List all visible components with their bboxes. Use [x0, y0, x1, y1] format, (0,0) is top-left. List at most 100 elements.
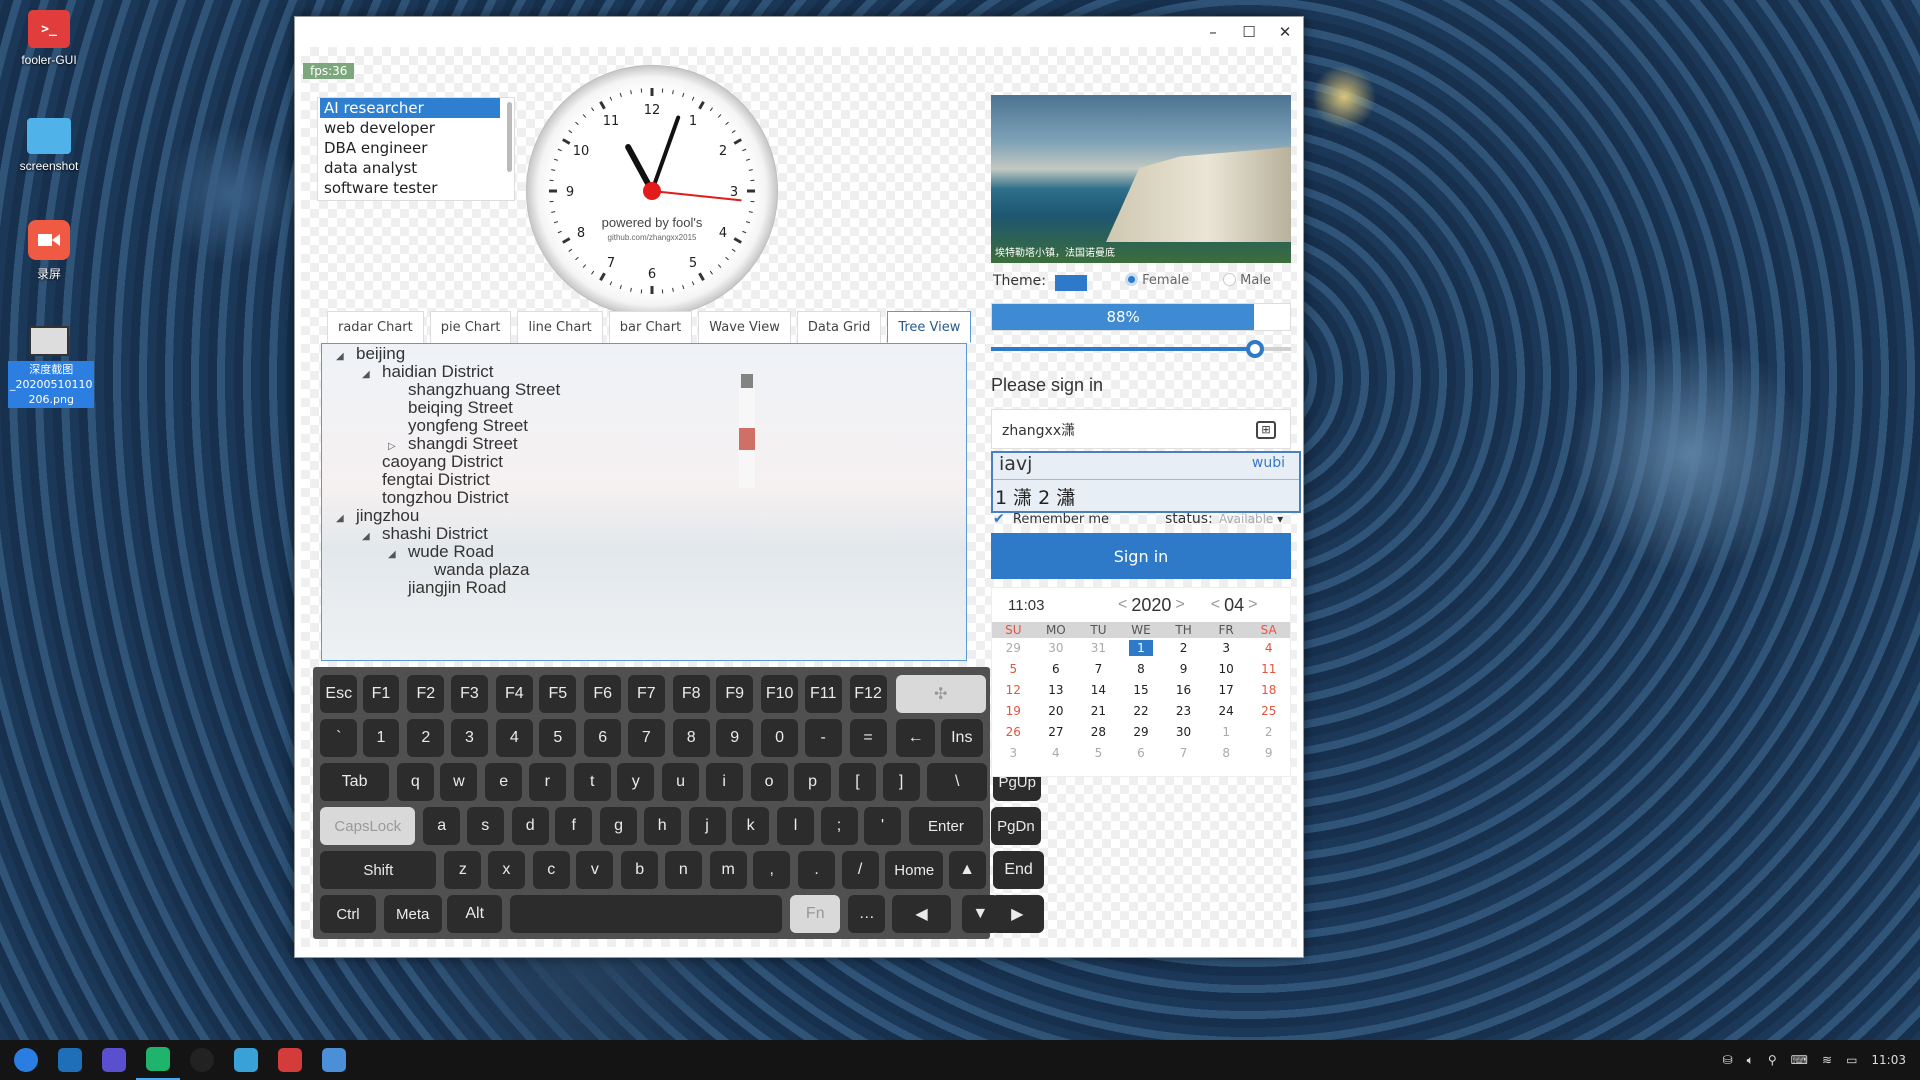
key-9[interactable]: 9 [716, 719, 754, 757]
taskbar-app-terminal[interactable] [268, 1040, 312, 1080]
calendar-day[interactable]: 3 [1205, 638, 1248, 659]
calendar-day[interactable]: 1 [1205, 722, 1248, 743]
calendar-day[interactable]: 1 [1120, 638, 1163, 659]
key-▲[interactable]: ▲ [948, 851, 986, 889]
desktop-icon-recorder[interactable]: 录屏 [8, 220, 90, 282]
calendar-day[interactable]: 4 [1035, 743, 1078, 764]
tree-node[interactable]: ▷ shangdi Street [388, 434, 518, 454]
key-v[interactable]: v [576, 851, 614, 889]
key-'[interactable]: ' [864, 807, 902, 845]
calendar-day[interactable]: 19 [992, 701, 1035, 722]
tree-view[interactable]: ◢ beijing ◢ haidian District shangzhuang Str… [321, 343, 967, 661]
key-5[interactable]: 5 [539, 719, 577, 757]
key-\[interactable]: \ [927, 763, 987, 801]
calendar-day[interactable]: 26 [992, 722, 1035, 743]
calendar-day[interactable]: 9 [1162, 659, 1205, 680]
key-7[interactable]: 7 [627, 719, 665, 757]
key-Enter[interactable]: Enter [909, 807, 983, 845]
calendar-day[interactable]: 7 [1162, 743, 1205, 764]
calendar-day[interactable]: 13 [1035, 680, 1078, 701]
key-F10[interactable]: F10 [761, 675, 799, 713]
key-l[interactable]: l [777, 807, 814, 845]
list-item[interactable]: AI researcher [320, 98, 500, 118]
calendar-day[interactable]: 2 [1247, 722, 1290, 743]
key-F3[interactable]: F3 [450, 675, 488, 713]
next-year-button[interactable]: > [1175, 596, 1184, 614]
list-item[interactable]: data analyst [320, 158, 500, 178]
key-F7[interactable]: F7 [627, 675, 665, 713]
calendar-day[interactable]: 29 [992, 638, 1035, 659]
key-`[interactable]: ` [320, 719, 358, 757]
calendar-day[interactable]: 4 [1247, 638, 1290, 659]
tree-node[interactable]: ◢ haidian District [362, 362, 494, 382]
volume-icon[interactable]: 🔈︎ [1747, 1053, 1754, 1068]
key-F1[interactable]: F1 [362, 675, 400, 713]
key-i[interactable]: i [705, 763, 743, 801]
expand-toggle-icon[interactable]: ◢ [388, 549, 400, 560]
key-←[interactable]: ← [895, 719, 936, 757]
signin-button[interactable]: Sign in [991, 533, 1291, 579]
tab-radar-chart[interactable]: radar Chart [327, 311, 424, 343]
calendar-day[interactable]: 5 [1077, 743, 1120, 764]
calendar-day[interactable]: 24 [1205, 701, 1248, 722]
job-listbox[interactable]: AI researcher web developer DBA engineer da… [317, 97, 515, 201]
calendar-day[interactable]: 3 [992, 743, 1035, 764]
calendar-day[interactable]: 10 [1205, 659, 1248, 680]
tree-node[interactable]: ◢ shashi District [362, 524, 488, 544]
desktop-icon-screenshot-file[interactable]: 深度截图 _20200510110 206.png [8, 326, 95, 408]
key-e[interactable]: e [485, 763, 523, 801]
calendar-day[interactable]: 5 [992, 659, 1035, 680]
tree-node[interactable]: jiangjin Road [388, 578, 506, 598]
calendar-day[interactable]: 22 [1120, 701, 1163, 722]
tree-node[interactable]: ◢ wude Road [388, 542, 494, 562]
key-f[interactable]: f [555, 807, 593, 845]
desktop-icon-screenshot[interactable]: screenshot [8, 118, 90, 173]
next-month-button[interactable]: > [1248, 596, 1257, 614]
key-p[interactable]: p [794, 763, 832, 801]
tree-node[interactable]: caoyang District [362, 452, 503, 472]
key-3[interactable]: 3 [450, 719, 488, 757]
key-Home[interactable]: Home [885, 851, 944, 889]
key--[interactable]: - [804, 719, 842, 757]
calendar-day[interactable]: 17 [1205, 680, 1248, 701]
key-F6[interactable]: F6 [584, 675, 622, 713]
calendar-day[interactable]: 30 [1162, 722, 1205, 743]
remember-checkbox[interactable]: ✔ [993, 511, 1005, 527]
key-o[interactable]: o [750, 763, 788, 801]
key-d[interactable]: d [511, 807, 549, 845]
key-End[interactable]: End [993, 851, 1044, 889]
key-F5[interactable]: F5 [539, 675, 577, 713]
key-8[interactable]: 8 [672, 719, 710, 757]
key-g[interactable]: g [600, 807, 638, 845]
key-x[interactable]: x [487, 851, 525, 889]
network-icon[interactable]: ⛁ [1723, 1053, 1733, 1067]
prev-month-button[interactable]: < [1211, 596, 1220, 614]
calendar-day[interactable]: 18 [1247, 680, 1290, 701]
calendar-day[interactable]: 11 [1247, 659, 1290, 680]
calendar-day[interactable]: 8 [1120, 659, 1163, 680]
key-r[interactable]: r [528, 763, 566, 801]
prev-year-button[interactable]: < [1118, 596, 1127, 614]
key-Tab[interactable]: Tab [320, 763, 389, 801]
tree-node[interactable]: tongzhou District [362, 488, 509, 508]
minimize-button[interactable]: – [1195, 23, 1231, 41]
usb-icon[interactable]: ⚲ [1768, 1053, 1777, 1067]
tab-line-chart[interactable]: line Chart [517, 311, 603, 343]
calendar-day[interactable]: 25 [1247, 701, 1290, 722]
key-Fn[interactable]: Fn [790, 895, 841, 933]
list-item[interactable]: software tester [320, 178, 500, 198]
key-;[interactable]: ; [820, 807, 858, 845]
slider-thumb[interactable] [1246, 340, 1264, 358]
expand-toggle-icon[interactable]: ▷ [388, 441, 400, 452]
calendar-day[interactable]: 9 [1247, 743, 1290, 764]
tab-bar-chart[interactable]: bar Chart [608, 311, 693, 343]
key-[[interactable]: [ [839, 763, 876, 801]
slider[interactable] [991, 339, 1291, 359]
calendar-day[interactable]: 27 [1035, 722, 1078, 743]
tree-node[interactable]: yongfeng Street [388, 416, 528, 436]
key-space[interactable] [510, 895, 783, 933]
radio-female[interactable]: Female [1125, 273, 1189, 288]
expand-toggle-icon[interactable]: ◢ [336, 513, 348, 524]
calendar-day[interactable]: 14 [1077, 680, 1120, 701]
calendar-day[interactable]: 16 [1162, 680, 1205, 701]
